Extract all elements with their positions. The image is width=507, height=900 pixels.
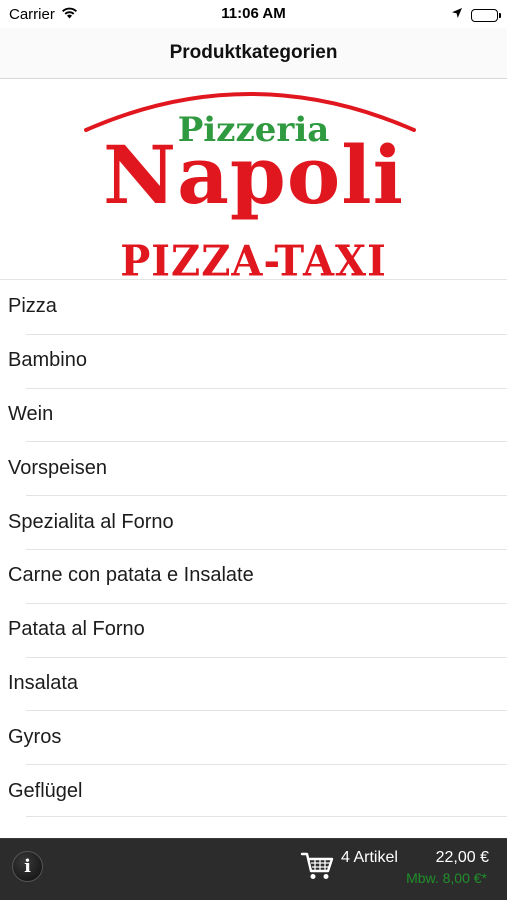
list-separator <box>26 816 507 817</box>
category-item-vorspeisen[interactable]: Vorspeisen <box>0 441 507 496</box>
category-item-patata-al-forno[interactable]: Patata al Forno <box>0 602 507 657</box>
category-label: Bambino <box>8 349 87 372</box>
category-item-gefluegel[interactable]: Geflügel <box>0 764 507 818</box>
restaurant-logo: Pizzeria Napoli PIZZA-TAXI <box>0 80 507 286</box>
category-item-bambino[interactable]: Bambino <box>0 333 507 388</box>
clock: 11:06 AM <box>221 5 286 22</box>
navigation-bar: Produktkategorien <box>0 28 507 79</box>
category-item-gyros[interactable]: Gyros <box>0 710 507 765</box>
category-item-carne-con-patata[interactable]: Carne con patata e Insalate <box>0 548 507 603</box>
location-arrow-icon <box>451 6 463 24</box>
category-item-wein[interactable]: Wein <box>0 387 507 442</box>
info-button[interactable]: i <box>12 851 43 882</box>
category-label: Geflügel <box>8 779 83 802</box>
battery-icon <box>471 8 501 22</box>
page-title: Produktkategorien <box>169 42 338 63</box>
shopping-cart-icon[interactable] <box>300 851 334 886</box>
category-label: Pizza <box>8 295 57 318</box>
info-icon: i <box>24 856 31 877</box>
category-item-spezialita-al-forno[interactable]: Spezialita al Forno <box>0 495 507 549</box>
category-item-insalata[interactable]: Insalata <box>0 656 507 711</box>
cart-toolbar: i 4 Artikel 22,00 € Mbw. 8,00 €* <box>0 838 507 900</box>
category-label: Carne con patata e Insalate <box>8 564 254 587</box>
category-label: Patata al Forno <box>8 618 145 641</box>
status-indicators <box>451 6 501 24</box>
category-label: Insalata <box>8 671 79 694</box>
category-label: Vorspeisen <box>8 456 107 479</box>
category-item-pizza[interactable]: Pizza <box>0 280 507 334</box>
category-label: Wein <box>8 402 54 425</box>
logo-napoli: Napoli <box>102 128 405 222</box>
cart-total[interactable]: 22,00 € <box>436 849 489 867</box>
category-label: Spezialita al Forno <box>8 510 174 533</box>
minimum-order-value: Mbw. 8,00 €* <box>406 870 487 886</box>
status-bar: Carrier 11:06 AM <box>0 0 507 28</box>
cart-item-count[interactable]: 4 Artikel <box>341 849 398 867</box>
category-label: Gyros <box>8 725 62 748</box>
category-list: Pizza Bambino Wein Vorspeisen Spezialita… <box>0 279 507 818</box>
